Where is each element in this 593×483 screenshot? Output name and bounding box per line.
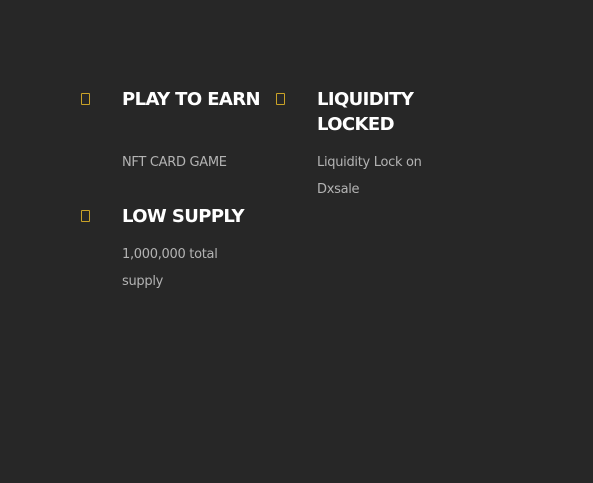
feature-title: PLAY TO EARN: [122, 89, 261, 110]
feature-title: LOW SUPPLY: [122, 206, 245, 227]
feature-description: 1,000,000 total supply: [122, 247, 218, 289]
square-outline-icon: [81, 210, 90, 222]
square-outline-icon: [276, 93, 285, 105]
feature-description: Liquidity Lock on Dxsale: [317, 155, 422, 197]
feature-title: LIQUIDITY LOCKED: [317, 89, 414, 135]
feature-description: NFT CARD GAME: [122, 155, 227, 170]
features-section: PLAY TO EARN NFT CARD GAME LIQUIDITY LOC…: [0, 0, 593, 483]
square-outline-icon: [81, 93, 90, 105]
